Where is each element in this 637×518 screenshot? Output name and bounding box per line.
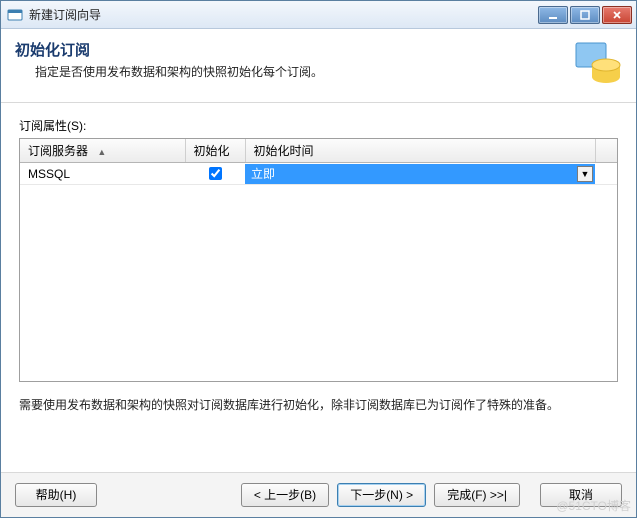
- footer-note: 需要使用发布数据和架构的快照对订阅数据库进行初始化，除非订阅数据库已为订阅作了特…: [19, 396, 618, 413]
- next-button[interactable]: 下一步(N) >: [337, 483, 426, 507]
- cell-server: MSSQL: [20, 163, 185, 185]
- grid-header-row: 订阅服务器 ▲ 初始化 初始化时间: [20, 139, 617, 163]
- init-time-dropdown[interactable]: 立即 ▼: [245, 164, 595, 184]
- minimize-button[interactable]: [538, 6, 568, 24]
- init-time-value: 立即: [251, 165, 589, 182]
- column-header-pad: [595, 139, 617, 163]
- close-button[interactable]: [602, 6, 632, 24]
- finish-button[interactable]: 完成(F) >>|: [434, 483, 520, 507]
- cell-init-time: 立即 ▼: [245, 163, 595, 185]
- properties-label: 订阅属性(S):: [19, 117, 618, 134]
- page-subtitle: 指定是否使用发布数据和架构的快照初始化每个订阅。: [35, 63, 620, 80]
- titlebar: 新建订阅向导: [1, 1, 636, 29]
- chevron-down-icon[interactable]: ▼: [577, 166, 593, 182]
- cancel-button[interactable]: 取消: [540, 483, 622, 507]
- cell-pad: [595, 163, 617, 185]
- init-checkbox[interactable]: [209, 167, 222, 180]
- back-button[interactable]: < 上一步(B): [241, 483, 329, 507]
- grid-empty-area: [20, 185, 617, 381]
- column-header-server[interactable]: 订阅服务器 ▲: [20, 139, 185, 163]
- column-header-server-label: 订阅服务器: [28, 144, 88, 158]
- page-title: 初始化订阅: [15, 39, 620, 60]
- maximize-button[interactable]: [570, 6, 600, 24]
- window-buttons: [538, 6, 632, 24]
- wizard-body: 订阅属性(S): 订阅服务器 ▲ 初始化: [1, 103, 636, 472]
- help-button[interactable]: 帮助(H): [15, 483, 97, 507]
- grid-table: 订阅服务器 ▲ 初始化 初始化时间 MSSQL: [20, 139, 617, 185]
- column-header-init[interactable]: 初始化: [185, 139, 245, 163]
- wizard-window: 新建订阅向导 初始化订阅 指定是否使用发布数据和架构的快照初始化每个订阅。: [0, 0, 637, 518]
- app-icon: [7, 7, 23, 23]
- header-decoration-icon: [570, 37, 626, 93]
- table-row: MSSQL 立即 ▼: [20, 163, 617, 185]
- sort-indicator-icon: ▲: [97, 147, 106, 157]
- column-header-init-time[interactable]: 初始化时间: [245, 139, 595, 163]
- wizard-header: 初始化订阅 指定是否使用发布数据和架构的快照初始化每个订阅。: [1, 29, 636, 103]
- subscription-grid: 订阅服务器 ▲ 初始化 初始化时间 MSSQL: [19, 138, 618, 382]
- cell-init: [185, 163, 245, 185]
- button-bar: 帮助(H) < 上一步(B) 下一步(N) > 完成(F) >>| 取消: [1, 472, 636, 517]
- window-title: 新建订阅向导: [29, 6, 538, 23]
